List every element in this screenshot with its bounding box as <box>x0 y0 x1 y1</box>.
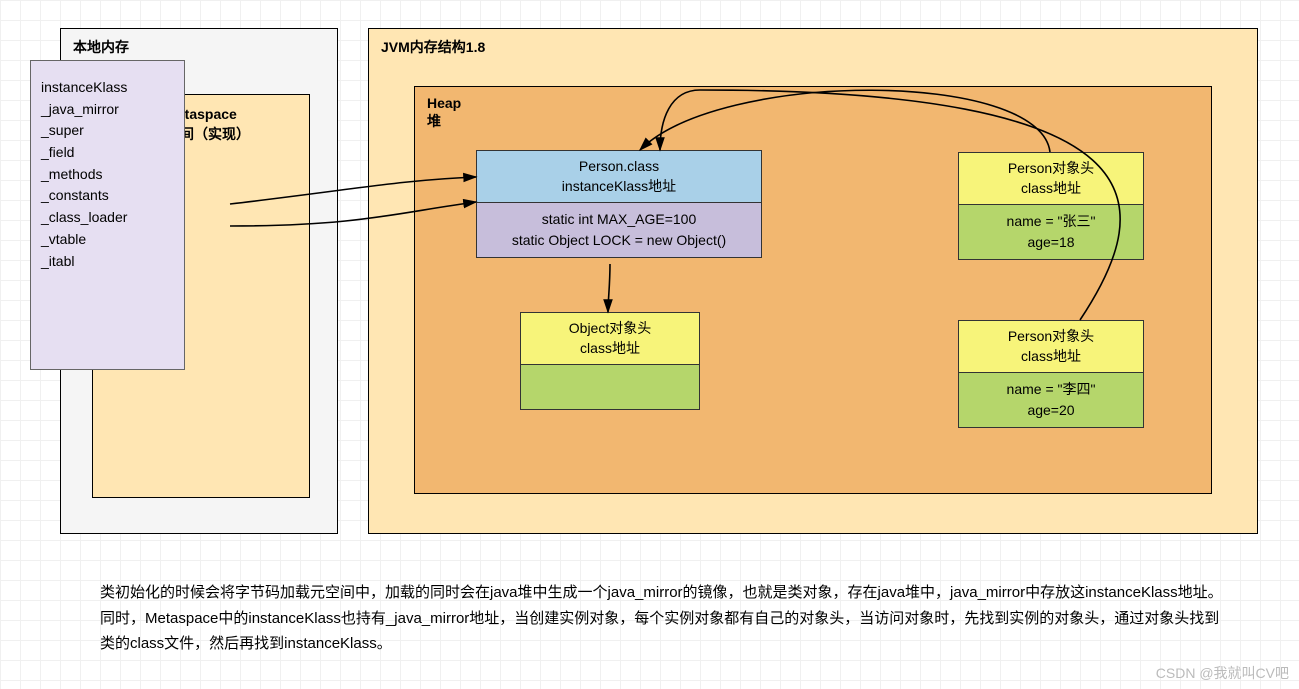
object-instance-box: Object对象头 class地址 <box>520 312 700 410</box>
person2-head: Person对象头 class地址 <box>959 321 1143 373</box>
heap-box: Heap 堆 <box>414 86 1212 494</box>
field-constants: _constants <box>41 185 174 207</box>
native-memory-title: 本地内存 <box>73 37 129 57</box>
heap-title-1: Heap <box>427 95 461 111</box>
jvm-title: JVM内存结构1.8 <box>381 37 485 57</box>
field-java-mirror: _java_mirror <box>41 99 174 121</box>
person1-age: age=18 <box>1027 234 1074 250</box>
person2-body: name = "李四" age=20 <box>959 373 1143 427</box>
person1-head: Person对象头 class地址 <box>959 153 1143 205</box>
person1-name: name = "张三" <box>1007 213 1096 229</box>
person1-head-2: class地址 <box>1021 180 1081 196</box>
person-class-body: static int MAX_AGE=100 static Object LOC… <box>477 203 761 257</box>
person1-box: Person对象头 class地址 name = "张三" age=18 <box>958 152 1144 260</box>
person1-head-1: Person对象头 <box>1008 160 1094 176</box>
heap-title: Heap 堆 <box>427 95 461 131</box>
person2-age: age=20 <box>1027 402 1074 418</box>
person-class-head: Person.class instanceKlass地址 <box>477 151 761 203</box>
description-text: 类初始化的时候会将字节码加载元空间中，加载的同时会在java堆中生成一个java… <box>100 580 1230 657</box>
field-vtable: _vtable <box>41 229 174 251</box>
person-class-line2: instanceKlass地址 <box>562 178 676 194</box>
watermark: CSDN @我就叫CV吧 <box>1156 663 1289 683</box>
metaspace-fields-box: instanceKlass _java_mirror _super _field… <box>30 60 185 370</box>
person2-box: Person对象头 class地址 name = "李四" age=20 <box>958 320 1144 428</box>
person-class-line1: Person.class <box>579 158 659 174</box>
object-head-1: Object对象头 <box>569 320 651 336</box>
person2-head-2: class地址 <box>1021 348 1081 364</box>
field-field: _field <box>41 142 174 164</box>
field-itabl: _itabl <box>41 251 174 273</box>
person-class-box: Person.class instanceKlass地址 static int … <box>476 150 762 258</box>
object-instance-head: Object对象头 class地址 <box>521 313 699 365</box>
person2-name: name = "李四" <box>1007 381 1096 397</box>
person2-head-1: Person对象头 <box>1008 328 1094 344</box>
person-class-static2: static Object LOCK = new Object() <box>512 232 726 248</box>
heap-title-2: 堆 <box>427 113 441 129</box>
person-class-static1: static int MAX_AGE=100 <box>542 211 696 227</box>
person1-body: name = "张三" age=18 <box>959 205 1143 259</box>
object-instance-body <box>521 365 699 409</box>
field-super: _super <box>41 120 174 142</box>
field-class-loader: _class_loader <box>41 207 174 229</box>
field-methods: _methods <box>41 164 174 186</box>
object-head-2: class地址 <box>580 340 640 356</box>
field-instanceKlass: instanceKlass <box>41 77 174 99</box>
